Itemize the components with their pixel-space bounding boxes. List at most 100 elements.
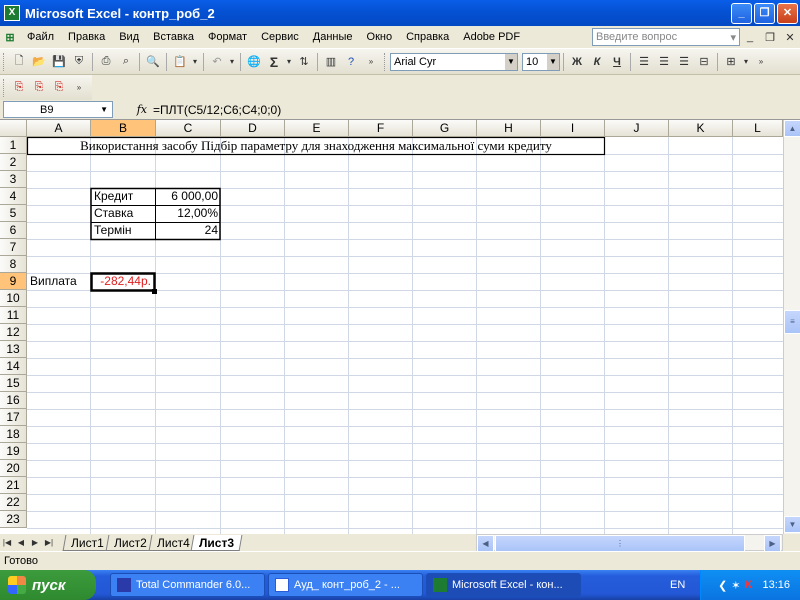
underline-button[interactable]: Ч — [608, 53, 626, 71]
align-center-icon[interactable]: ☰ — [655, 53, 673, 71]
scroll-down-button[interactable]: ▼ — [784, 516, 800, 533]
help-search-input[interactable]: Введите вопрос ▾ — [592, 28, 740, 46]
save-icon[interactable]: 💾 — [50, 53, 68, 71]
row-header[interactable]: 19 — [0, 443, 27, 460]
pdf-review-icon[interactable]: ⎘ — [50, 79, 68, 97]
toolbar-options-icon[interactable]: » — [362, 53, 380, 71]
last-sheet-icon[interactable]: ▶| — [43, 534, 55, 552]
next-sheet-icon[interactable]: ▶ — [29, 534, 41, 552]
excel-app-icon[interactable]: X — [4, 5, 20, 21]
name-box[interactable]: B9 ▼ — [3, 101, 113, 118]
tray-network-icon[interactable]: ✶ — [731, 579, 740, 592]
cell-c6[interactable]: 24 — [156, 222, 218, 239]
borders-dropdown-icon[interactable]: ▾ — [742, 53, 750, 71]
print-preview-icon[interactable]: ⌕ — [117, 53, 135, 71]
row-header[interactable]: 22 — [0, 494, 27, 511]
paste-icon[interactable]: 📋 — [171, 53, 189, 71]
menu-insert[interactable]: Вставка — [146, 31, 201, 43]
permission-icon[interactable]: ⛨ — [70, 53, 88, 71]
formula-input[interactable]: =ПЛТ(C5/12;C6;C4;0;0) — [153, 103, 800, 117]
scroll-left-button[interactable]: ◀ — [477, 535, 494, 552]
h-scroll-thumb[interactable]: ⋮ — [495, 535, 745, 552]
row-header[interactable]: 9 — [0, 273, 27, 290]
row-header[interactable]: 1 — [0, 137, 27, 154]
toolbar-grip[interactable] — [3, 78, 6, 97]
column-header[interactable]: B — [91, 120, 156, 137]
column-header[interactable]: K — [669, 120, 733, 137]
toolbar-options-icon[interactable]: » — [752, 53, 770, 71]
menu-help[interactable]: Справка — [399, 31, 456, 43]
new-icon[interactable]: 🗋 — [10, 53, 28, 71]
print-icon[interactable]: ⎙ — [97, 53, 115, 71]
sort-ascending-icon[interactable]: ⇅ — [295, 53, 313, 71]
row-header[interactable]: 20 — [0, 460, 27, 477]
row-header[interactable]: 10 — [0, 290, 27, 307]
row-header[interactable]: 21 — [0, 477, 27, 494]
clock[interactable]: 13:16 — [762, 579, 790, 591]
workbook-icon[interactable]: ⊞ — [1, 28, 19, 46]
row-header[interactable]: 13 — [0, 341, 27, 358]
cell-b4[interactable]: Кредит — [94, 188, 154, 205]
menu-format[interactable]: Формат — [201, 31, 254, 43]
cell-c5[interactable]: 12,00% — [156, 205, 218, 222]
scroll-right-button[interactable]: ▶ — [764, 535, 781, 552]
task-excel[interactable]: Microsoft Excel - кон... — [426, 573, 581, 597]
cell-b5[interactable]: Ставка — [94, 205, 154, 222]
row-header[interactable]: 11 — [0, 307, 27, 324]
column-header[interactable]: D — [221, 120, 285, 137]
column-header[interactable]: H — [477, 120, 541, 137]
row-header[interactable]: 4 — [0, 188, 27, 205]
row-header[interactable]: 2 — [0, 154, 27, 171]
row-header[interactable]: 18 — [0, 426, 27, 443]
autosum-icon[interactable]: Σ — [265, 53, 283, 71]
italic-button[interactable]: К — [588, 53, 606, 71]
cell-a1-title[interactable]: Використання засобу Підбір параметру для… — [28, 137, 604, 154]
column-header[interactable]: A — [27, 120, 91, 137]
row-header[interactable]: 14 — [0, 358, 27, 375]
menu-file[interactable]: Файл — [20, 31, 61, 43]
row-header[interactable]: 8 — [0, 256, 27, 273]
row-header[interactable]: 5 — [0, 205, 27, 222]
align-right-icon[interactable]: ☰ — [675, 53, 693, 71]
column-header[interactable]: I — [541, 120, 605, 137]
toolbar-grip[interactable] — [3, 52, 6, 71]
insert-function-icon[interactable]: fx — [113, 103, 153, 116]
column-header[interactable]: L — [733, 120, 783, 137]
row-header[interactable]: 17 — [0, 409, 27, 426]
scroll-up-button[interactable]: ▲ — [784, 120, 800, 137]
tray-antivirus-icon[interactable]: K — [745, 579, 753, 591]
doc-minimize-button[interactable]: _ — [741, 28, 759, 46]
scroll-thumb[interactable]: ≡ — [784, 310, 800, 334]
undo-dropdown-icon[interactable]: ▾ — [228, 53, 236, 71]
toolbar-grip[interactable] — [384, 52, 387, 71]
first-sheet-icon[interactable]: |◀ — [1, 534, 13, 552]
toolbar-options-icon[interactable]: » — [70, 79, 88, 97]
borders-icon[interactable]: ⊞ — [722, 53, 740, 71]
language-indicator[interactable]: EN — [670, 579, 685, 591]
horizontal-scrollbar[interactable]: ◀ ⋮ ▶ — [476, 534, 783, 552]
column-header[interactable]: C — [156, 120, 221, 137]
paste-dropdown-icon[interactable]: ▾ — [191, 53, 199, 71]
task-word-document[interactable]: Ауд_ конт_роб_2 - ... — [268, 573, 423, 597]
menu-window[interactable]: Окно — [360, 31, 400, 43]
pdf-email-icon[interactable]: ⎘ — [30, 79, 48, 97]
task-total-commander[interactable]: Total Commander 6.0... — [110, 573, 265, 597]
research-icon[interactable]: 🔍 — [144, 53, 162, 71]
autosum-dropdown-icon[interactable]: ▾ — [285, 53, 293, 71]
chart-wizard-icon[interactable]: ▥ — [322, 53, 340, 71]
vertical-scrollbar[interactable]: ▲ ≡ ▼ — [783, 120, 800, 534]
align-left-icon[interactable]: ☰ — [635, 53, 653, 71]
bold-button[interactable]: Ж — [568, 53, 586, 71]
cell-c4[interactable]: 6 000,00 — [156, 188, 218, 205]
sheet-tab-3-active[interactable]: Лист3 — [190, 534, 243, 551]
sheet-tab-2[interactable]: Лист2 — [105, 534, 155, 551]
minimize-button[interactable]: _ — [731, 2, 752, 24]
menu-data[interactable]: Данные — [306, 31, 360, 43]
row-header[interactable]: 12 — [0, 324, 27, 341]
row-header[interactable]: 15 — [0, 375, 27, 392]
menu-adobe-pdf[interactable]: Adobe PDF — [456, 31, 527, 43]
sheet-tab-1[interactable]: Лист1 — [62, 534, 113, 551]
column-header[interactable]: E — [285, 120, 349, 137]
cell-a9[interactable]: Виплата — [30, 273, 90, 290]
doc-close-button[interactable]: ✕ — [781, 28, 799, 46]
